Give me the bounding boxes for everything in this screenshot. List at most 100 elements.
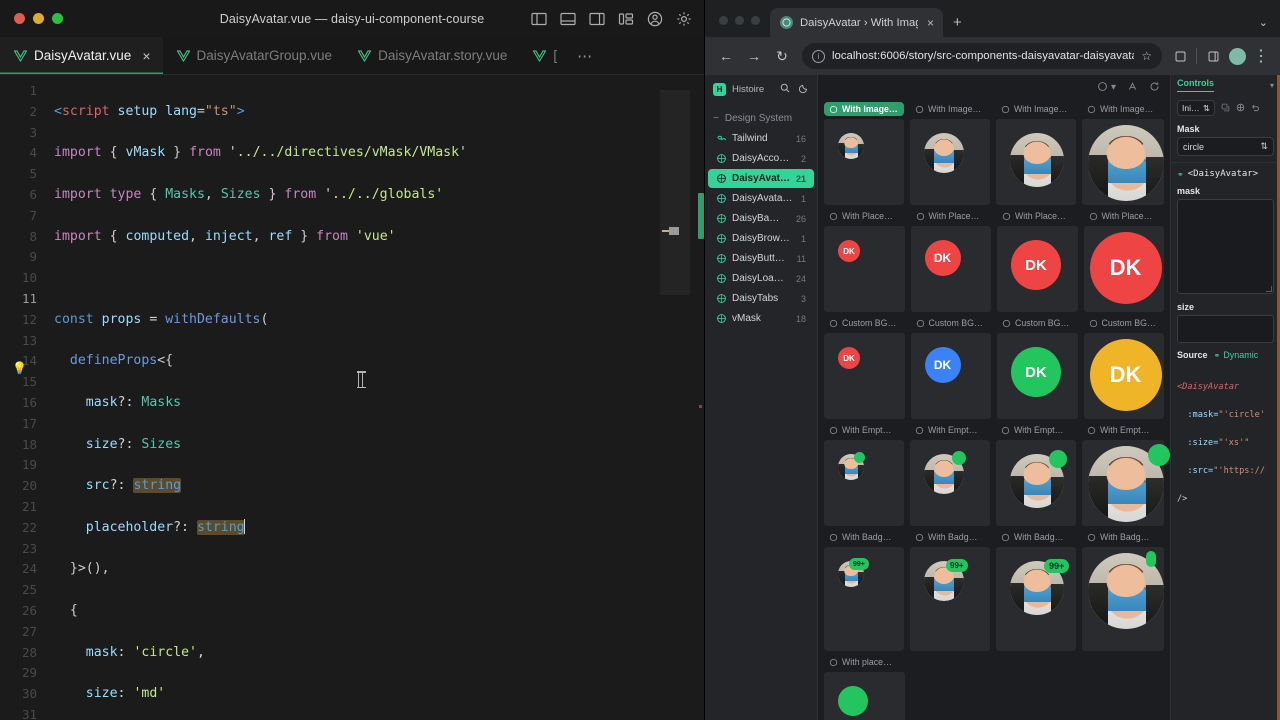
variant-cell[interactable]: With place… bbox=[824, 655, 905, 720]
variant-cell[interactable]: With Badg… 99+ bbox=[824, 530, 904, 651]
chevron-down-icon[interactable]: ▾ bbox=[1270, 81, 1274, 90]
back-button[interactable]: ← bbox=[713, 43, 739, 69]
resize-grip-icon[interactable] bbox=[1266, 286, 1272, 292]
undo-icon[interactable] bbox=[1251, 103, 1260, 114]
variant-cell[interactable]: With Empt… bbox=[1082, 423, 1170, 526]
profile-avatar-icon[interactable] bbox=[1226, 45, 1248, 67]
mask-select[interactable]: circle ⇅ bbox=[1177, 137, 1274, 156]
variant-cell[interactable]: With Place… DK bbox=[824, 209, 905, 312]
split-view-icon[interactable] bbox=[1169, 45, 1191, 67]
variant-cell[interactable]: Custom BG… DK bbox=[997, 316, 1078, 419]
sidebar-item-daisybutton[interactable]: DaisyButt… 11 bbox=[708, 249, 814, 268]
target-icon[interactable] bbox=[1236, 103, 1245, 114]
sidebar-item-daisyavatargroup[interactable]: DaisyAvata… 1 bbox=[708, 189, 814, 208]
variant-cell[interactable]: Custom BG… DK bbox=[1083, 316, 1165, 419]
circle-responsive-icon[interactable] bbox=[1097, 81, 1108, 95]
prop-mask-textarea[interactable] bbox=[1177, 199, 1274, 294]
stepper-arrows-icon[interactable]: ⇅ bbox=[1203, 103, 1210, 114]
forward-button[interactable]: → bbox=[741, 43, 767, 69]
vscode-tab-bar[interactable]: DaisyAvatar.vue × DaisyAvatarGroup.vue D… bbox=[0, 37, 704, 75]
tree-group-design-system[interactable]: − Design System bbox=[705, 109, 817, 128]
address-bar[interactable]: i localhost:6006/story/src-components-da… bbox=[802, 43, 1162, 69]
variant-label[interactable]: With Image… bbox=[1082, 102, 1164, 116]
variant-label[interactable]: With Empt… bbox=[824, 423, 904, 437]
histoire-story-tree[interactable]: − Design System Tailwind 16 DaisyAcco… 2 bbox=[705, 103, 817, 329]
close-window-button[interactable] bbox=[719, 16, 728, 25]
panel-right-icon[interactable] bbox=[589, 11, 605, 27]
editor-tab-daisyavatargroup-vue[interactable]: DaisyAvatarGroup.vue bbox=[162, 37, 345, 74]
prop-size-textarea[interactable] bbox=[1177, 315, 1274, 343]
reload-icon[interactable] bbox=[1149, 81, 1160, 95]
maximize-window-button[interactable] bbox=[751, 16, 760, 25]
minimap-slider[interactable] bbox=[660, 90, 690, 295]
pin-icon[interactable]: ⚭ bbox=[1177, 170, 1184, 179]
tab-list-chevron-icon[interactable]: ⌄ bbox=[1259, 16, 1268, 29]
panel-left-icon[interactable] bbox=[531, 11, 547, 27]
variant-label[interactable]: With Empt… bbox=[1082, 423, 1164, 437]
new-tab-button[interactable]: + bbox=[943, 14, 972, 37]
variant-label-active[interactable]: With Image… bbox=[824, 102, 904, 116]
variant-label[interactable]: With Badg… bbox=[910, 530, 990, 544]
collapse-icon[interactable]: − bbox=[713, 113, 719, 124]
variant-cell[interactable]: With Image… bbox=[824, 102, 904, 205]
editor-tab-partial[interactable]: [ bbox=[519, 37, 570, 74]
story-variant-grid[interactable]: With Image… With Image… With Image… With… bbox=[818, 100, 1170, 720]
account-icon[interactable] bbox=[647, 11, 663, 27]
variant-label[interactable]: Custom BG… bbox=[1084, 316, 1165, 330]
bookmark-star-icon[interactable]: ☆ bbox=[1141, 49, 1152, 63]
window-traffic-lights[interactable] bbox=[0, 13, 63, 24]
variant-cell[interactable]: With Empt… bbox=[996, 423, 1076, 526]
variant-cell[interactable]: With Image… bbox=[1082, 102, 1164, 205]
variant-label[interactable]: With Image… bbox=[996, 102, 1076, 116]
close-window-button[interactable] bbox=[14, 13, 25, 24]
sidebar-item-tailwind[interactable]: Tailwind 16 bbox=[708, 129, 814, 148]
layout-grid-icon[interactable] bbox=[618, 11, 634, 27]
variant-label[interactable]: Custom BG… bbox=[911, 316, 992, 330]
sidebar-item-daisyloader[interactable]: DaisyLoa… 24 bbox=[708, 269, 814, 288]
variant-cell[interactable]: With Badg… 99+ bbox=[910, 530, 990, 651]
variant-cell[interactable]: With Badg… 99+ bbox=[996, 530, 1076, 651]
sidebar-icon[interactable] bbox=[1202, 45, 1224, 67]
gear-icon[interactable] bbox=[676, 11, 692, 27]
sidebar-item-vmask[interactable]: vMask 18 bbox=[708, 309, 814, 328]
minimize-window-button[interactable] bbox=[33, 13, 44, 24]
controls-tab-bar[interactable]: Controls ▾ bbox=[1171, 75, 1280, 95]
editor-minimap[interactable] bbox=[660, 75, 690, 720]
text-size-icon[interactable] bbox=[1127, 81, 1138, 95]
sidebar-item-daisyaccordion[interactable]: DaisyAcco… 2 bbox=[708, 149, 814, 168]
tab-dynamic[interactable]: ⚭ Dynamic bbox=[1214, 350, 1259, 360]
sidebar-item-daisybrowser[interactable]: DaisyBrow… 1 bbox=[708, 229, 814, 248]
copy-icon[interactable] bbox=[1221, 103, 1230, 114]
variant-cell[interactable]: With Place… DK bbox=[997, 209, 1078, 312]
editor-tab-daisyavatar-story-vue[interactable]: DaisyAvatar.story.vue bbox=[344, 37, 520, 74]
variant-label[interactable]: With Place… bbox=[911, 209, 992, 223]
variant-cell[interactable]: With Image… bbox=[910, 102, 990, 205]
minimize-window-button[interactable] bbox=[735, 16, 744, 25]
sidebar-item-daisybadge[interactable]: DaisyBa… 26 bbox=[708, 209, 814, 228]
responsive-caret-icon[interactable]: ▾ bbox=[1111, 82, 1116, 93]
variant-cell[interactable]: With Badg… bbox=[1082, 530, 1164, 651]
variant-label[interactable]: With Place… bbox=[997, 209, 1078, 223]
variant-label[interactable]: With Empt… bbox=[910, 423, 990, 437]
lightbulb-quickfix-icon[interactable]: 💡 bbox=[12, 361, 27, 375]
tab-source[interactable]: Source bbox=[1177, 350, 1208, 360]
variant-cell[interactable]: Custom BG… DK bbox=[910, 316, 992, 419]
close-tab-icon[interactable]: × bbox=[925, 16, 936, 30]
variant-cell[interactable]: With Image… bbox=[996, 102, 1076, 205]
sidebar-item-daisytabs[interactable]: DaisyTabs 3 bbox=[708, 289, 814, 308]
variant-label[interactable]: Custom BG… bbox=[824, 316, 905, 330]
reload-button[interactable]: ↻ bbox=[769, 43, 795, 69]
panel-bottom-icon[interactable] bbox=[560, 11, 576, 27]
variant-cell[interactable]: Custom BG… DK bbox=[824, 316, 905, 419]
variant-cell[interactable]: With Place… DK bbox=[910, 209, 992, 312]
variant-cell[interactable]: With Place… DK bbox=[1083, 209, 1164, 312]
source-tab-bar[interactable]: Source ⚭ Dynamic bbox=[1171, 343, 1280, 364]
moon-icon[interactable] bbox=[798, 83, 809, 96]
stepper-arrows-icon[interactable]: ⇅ bbox=[1260, 141, 1268, 152]
editor-tab-daisyavatar-vue[interactable]: DaisyAvatar.vue × bbox=[0, 37, 163, 74]
tab-overflow-icon[interactable]: ⋯ bbox=[569, 37, 601, 74]
tab-controls[interactable]: Controls bbox=[1177, 78, 1214, 92]
variant-cell[interactable]: With Empt… bbox=[824, 423, 904, 526]
menu-kebab-icon[interactable]: ⋮ bbox=[1250, 45, 1272, 67]
variant-label[interactable]: With Empt… bbox=[996, 423, 1076, 437]
